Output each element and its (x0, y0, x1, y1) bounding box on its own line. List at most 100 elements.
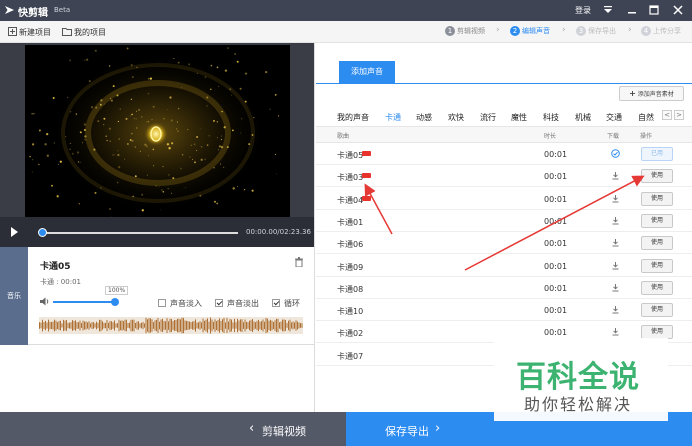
use-button[interactable]: 使用 (641, 236, 673, 251)
fade-in-checkbox[interactable]: 声音淡入 (158, 298, 202, 309)
watermark: 百科全说 助你轻松解决 (494, 338, 668, 421)
hot-badge-icon (362, 151, 371, 156)
close-icon[interactable] (670, 3, 686, 17)
tab-add-audio[interactable]: 添加声音 (339, 61, 395, 83)
login-link[interactable]: 登录 (575, 5, 591, 16)
download-icon[interactable] (611, 261, 620, 270)
download-icon[interactable] (611, 238, 620, 247)
add-audio-material-button[interactable]: + 添加声音素材 (619, 86, 684, 101)
use-button[interactable]: 使用 (641, 303, 673, 318)
audio-list-row[interactable]: 卡通04 00:01 使用 (316, 188, 692, 210)
step-arrow-icon: › (628, 25, 632, 35)
playback-time: 00:00.00/02:23.36 (246, 228, 311, 236)
audio-list-row[interactable]: 卡通09 00:01 使用 (316, 255, 692, 277)
use-button[interactable]: 使用 (641, 169, 673, 184)
app-name: 快剪辑 (18, 8, 48, 19)
download-icon[interactable] (611, 327, 620, 336)
loop-checkbox[interactable]: 循环 (272, 298, 300, 309)
use-button[interactable]: 使用 (641, 191, 673, 206)
chevron-left-icon: ‹ (249, 421, 255, 436)
audio-name: 卡通10 (337, 307, 364, 317)
step-upload-share[interactable]: 4 上传分享 (641, 26, 681, 36)
step-edit-audio[interactable]: 2 编辑声音 (510, 26, 550, 36)
delete-icon[interactable] (295, 257, 303, 267)
audio-name: 卡通09 (337, 262, 364, 272)
download-icon[interactable] (611, 216, 620, 225)
download-icon[interactable] (611, 194, 620, 203)
category-my-audio[interactable]: 我的声音 (337, 112, 369, 123)
volume-handle[interactable] (111, 298, 119, 306)
download-icon[interactable] (611, 171, 620, 180)
use-button[interactable]: 使用 (641, 280, 673, 295)
category-cartoon[interactable]: 卡通 (385, 112, 401, 123)
minimize-icon[interactable] (624, 3, 640, 17)
play-icon[interactable] (11, 227, 18, 237)
category-quirky[interactable]: 魔性 (511, 112, 527, 123)
toolbar: 新建项目 我的项目 1 剪辑视频 › 2 编辑声音 › 3 保存导出 › 4 上传分享 (0, 21, 692, 43)
category-next-button[interactable]: > (674, 110, 684, 120)
video-panel: 00:00.00/02:23.36 (0, 43, 315, 247)
new-project-label: 新建项目 (19, 28, 51, 37)
chevron-right-icon: › (435, 421, 441, 436)
header-song: 歌曲 (337, 133, 350, 140)
step-save-export[interactable]: 3 保存导出 (576, 26, 616, 36)
download-icon[interactable] (611, 305, 620, 314)
category-dynamic[interactable]: 动感 (416, 112, 432, 123)
menu-dropdown-icon[interactable] (600, 3, 616, 17)
used-button[interactable]: 已用 (641, 147, 673, 161)
use-button[interactable]: 使用 (641, 258, 673, 273)
checkbox-box (272, 299, 280, 307)
audio-list-row[interactable]: 卡通10 00:01 使用 (316, 299, 692, 322)
download-icon[interactable] (611, 283, 620, 292)
panel-divider (314, 43, 315, 412)
hot-badge-icon (362, 195, 371, 201)
audio-duration: 00:01 (544, 261, 568, 271)
seek-bar[interactable] (42, 232, 238, 234)
audio-list-row[interactable]: 卡通03 00:01 使用 (316, 165, 692, 188)
volume-icon[interactable] (40, 297, 50, 306)
audio-duration: 00:01 (544, 172, 568, 182)
back-to-edit-video-button[interactable]: ‹ 剪辑视频 (0, 412, 346, 446)
new-project-button[interactable]: 新建项目 (8, 27, 51, 38)
audio-name: 卡通04 (337, 195, 364, 205)
audio-duration: 00:01 (544, 150, 568, 159)
my-projects-button[interactable]: 我的项目 (62, 27, 106, 38)
audio-name: 卡通05 (337, 151, 364, 160)
checkbox-box (215, 299, 223, 307)
category-tech[interactable]: 科技 (543, 112, 559, 123)
audio-duration: 00:01 (544, 328, 568, 338)
audio-list-row[interactable]: 卡通05 00:01 已用 (316, 143, 692, 165)
category-mechanical[interactable]: 机械 (575, 112, 591, 123)
app-badge: Beta (54, 6, 71, 14)
header-download: 下载 (607, 133, 620, 140)
watermark-subtitle: 助你轻松解决 (524, 395, 633, 414)
fade-out-checkbox[interactable]: 声音淡出 (215, 298, 259, 309)
category-pop[interactable]: 流行 (480, 112, 496, 123)
category-traffic[interactable]: 交通 (606, 112, 622, 123)
category-cheerful[interactable]: 欢快 (448, 112, 464, 123)
checkbox-box (158, 299, 166, 307)
plus-icon: + (629, 89, 636, 98)
step-edit-video[interactable]: 1 剪辑视频 (445, 26, 485, 36)
maximize-icon[interactable] (646, 3, 662, 17)
volume-slider[interactable] (53, 301, 115, 303)
category-nature[interactable]: 自然 (638, 112, 654, 123)
category-prev-button[interactable]: < (662, 110, 672, 120)
new-project-icon (8, 27, 17, 36)
watermark-title: 百科全说 (516, 360, 640, 395)
clip-title: 卡通05 (40, 262, 71, 272)
audio-duration: 00:01 (544, 283, 568, 293)
audio-list-row[interactable]: 卡通01 00:01 使用 (316, 210, 692, 232)
music-track-tab[interactable]: 音乐 (0, 247, 28, 345)
audio-name: 卡通02 (337, 329, 364, 339)
video-preview[interactable] (25, 45, 290, 217)
audio-list-row[interactable]: 卡通06 00:01 使用 (316, 232, 692, 255)
header-duration: 时长 (544, 133, 557, 140)
audio-list-row[interactable]: 卡通08 00:01 使用 (316, 277, 692, 299)
volume-value: 100% (105, 286, 129, 295)
audio-waveform[interactable] (39, 317, 303, 334)
use-button[interactable]: 使用 (641, 213, 673, 228)
seek-handle[interactable] (38, 228, 47, 237)
audio-name: 卡通01 (337, 217, 364, 227)
hot-badge-icon (362, 173, 371, 179)
